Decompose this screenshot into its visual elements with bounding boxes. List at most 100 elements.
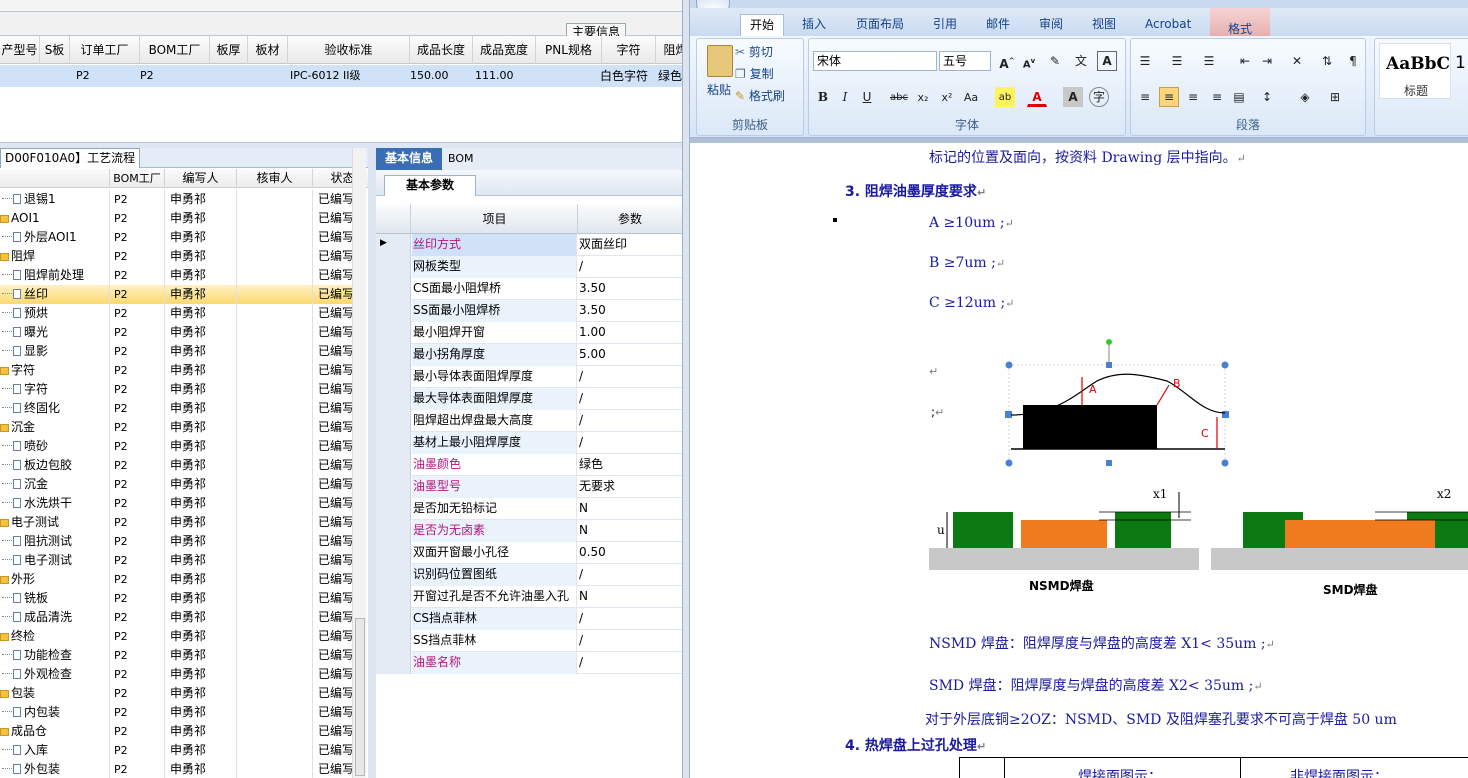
param-row[interactable]: ▶ 丝印方式 双面丝印: [376, 234, 682, 256]
asian-layout-icon[interactable]: ✕: [1287, 51, 1307, 71]
row-selector[interactable]: [376, 476, 411, 498]
shrink-font-icon[interactable]: Av: [1019, 51, 1039, 71]
param-value[interactable]: /: [578, 366, 682, 388]
col-header-acceptance[interactable]: 验收标准: [288, 36, 410, 64]
param-row[interactable]: 网板类型 /: [376, 256, 682, 278]
tree-row[interactable]: 字符 P2 申勇祁 已编写: [0, 380, 352, 399]
col-header-order-factory[interactable]: 订单工厂: [70, 36, 140, 64]
tree-row[interactable]: 阻抗测试 P2 申勇祁 已编写: [0, 532, 352, 551]
row-selector[interactable]: [376, 322, 411, 344]
tree-row[interactable]: 成品清洗 P2 申勇祁 已编写: [0, 608, 352, 627]
font-color-icon[interactable]: A: [1027, 87, 1047, 107]
scrollbar-thumb[interactable]: [355, 618, 365, 776]
param-row[interactable]: SS面最小阻焊桥 3.50: [376, 300, 682, 322]
superscript-icon[interactable]: x²: [937, 87, 957, 107]
row-selector[interactable]: [376, 300, 411, 322]
col-header-width[interactable]: 成品宽度: [473, 36, 536, 64]
tab-insert[interactable]: 插入: [802, 14, 826, 36]
clear-format-icon[interactable]: ✎: [1045, 51, 1065, 71]
cut-button[interactable]: ✂ 剪切: [735, 43, 773, 60]
char-shading-icon[interactable]: A: [1063, 87, 1083, 107]
param-value[interactable]: 无要求: [578, 476, 682, 498]
param-value[interactable]: /: [578, 652, 682, 674]
justify-icon[interactable]: ≡: [1207, 87, 1227, 107]
font-name-select[interactable]: 宋体: [813, 51, 937, 71]
param-row[interactable]: 最小导体表面阻焊厚度 /: [376, 366, 682, 388]
param-value[interactable]: N: [578, 586, 682, 608]
tab-process-flow[interactable]: D00F010A0】工艺流程: [0, 148, 141, 168]
row-selector[interactable]: [376, 388, 411, 410]
tree-row[interactable]: 沉金 P2 申勇祁 已编写: [0, 475, 352, 494]
col-header-material[interactable]: 板材: [248, 36, 288, 64]
phonetic-icon[interactable]: 文: [1071, 51, 1091, 71]
subscript-icon[interactable]: x₂: [913, 87, 933, 107]
col-header-item[interactable]: 项目: [412, 204, 578, 234]
format-painter-button[interactable]: ✎ 格式刷: [735, 87, 785, 104]
row-selector[interactable]: [376, 542, 411, 564]
param-row[interactable]: 开窗过孔是否不允许油墨入孔 N: [376, 586, 682, 608]
grow-font-icon[interactable]: A^: [997, 51, 1017, 71]
highlight-icon[interactable]: ab: [995, 87, 1015, 107]
align-right-icon[interactable]: ≡: [1183, 87, 1203, 107]
distributed-icon[interactable]: ▤: [1229, 87, 1249, 107]
tab-view[interactable]: 视图: [1092, 14, 1116, 36]
param-row[interactable]: 油墨名称 /: [376, 652, 682, 674]
tree-row[interactable]: 阻焊前处理 P2 申勇祁 已编写: [0, 266, 352, 285]
document-page[interactable]: 标记的位置及面向，按资料 Drawing 层中指向。↵ 3. 阻焊油墨厚度要求↵…: [807, 143, 1468, 778]
underline-icon[interactable]: U: [857, 87, 877, 107]
row-selector[interactable]: [376, 344, 411, 366]
param-row[interactable]: 识别码位置图纸 /: [376, 564, 682, 586]
param-row[interactable]: 最小拐角厚度 5.00: [376, 344, 682, 366]
style-title-tile[interactable]: AaBbC 标题: [1379, 43, 1451, 99]
nsmd-smd-diagram[interactable]: u x1 NSMD焊盘 x2 SMD焊盘: [929, 478, 1468, 603]
tree-row[interactable]: 外观检查 P2 申勇祁 已编写: [0, 665, 352, 684]
row-selector[interactable]: [376, 498, 411, 520]
param-value[interactable]: /: [578, 608, 682, 630]
numbering-icon[interactable]: ☰: [1167, 51, 1187, 71]
enclose-char-icon[interactable]: 字: [1089, 87, 1109, 107]
tab-review[interactable]: 审阅: [1039, 14, 1063, 36]
tree-row[interactable]: 入库 P2 申勇祁 已编写: [0, 741, 352, 760]
row-selector[interactable]: [376, 652, 411, 674]
solder-mask-thickness-diagram[interactable]: A B C: [997, 333, 1237, 473]
sort-icon[interactable]: ⇅: [1317, 51, 1337, 71]
tab-references[interactable]: 引用: [933, 14, 957, 36]
param-row[interactable]: CS面最小阻焊桥 3.50: [376, 278, 682, 300]
row-selector[interactable]: [376, 454, 411, 476]
col-header-legend[interactable]: 字符: [602, 36, 656, 64]
bold-icon[interactable]: B: [813, 87, 833, 107]
row-selector[interactable]: [376, 586, 411, 608]
param-row[interactable]: 最小阻焊开窗 1.00: [376, 322, 682, 344]
tree-row[interactable]: 铣板 P2 申勇祁 已编写: [0, 589, 352, 608]
row-selector[interactable]: [376, 564, 411, 586]
tab-acrobat[interactable]: Acrobat: [1145, 14, 1191, 36]
line-spacing-icon[interactable]: ↕: [1257, 87, 1277, 107]
param-value[interactable]: /: [578, 256, 682, 278]
tree-row[interactable]: 内包装 P2 申勇祁 已编写: [0, 703, 352, 722]
tree-row[interactable]: 板边包胶 P2 申勇祁 已编写: [0, 456, 352, 475]
row-selector[interactable]: [376, 410, 411, 432]
param-row[interactable]: SS挡点菲林 /: [376, 630, 682, 652]
col-header-s-board[interactable]: S板: [40, 36, 70, 64]
tab-format[interactable]: 格式: [1210, 8, 1270, 36]
change-case-icon[interactable]: Aa: [961, 87, 981, 107]
tree-row[interactable]: 丝印 P2 申勇祁 已编写: [0, 285, 352, 304]
align-left-icon[interactable]: ≡: [1135, 87, 1155, 107]
param-value[interactable]: /: [578, 432, 682, 454]
tree-row[interactable]: 喷砂 P2 申勇祁 已编写: [0, 437, 352, 456]
param-row[interactable]: 油墨颜色 绿色: [376, 454, 682, 476]
multilevel-list-icon[interactable]: ☰: [1199, 51, 1219, 71]
param-value[interactable]: /: [578, 630, 682, 652]
align-center-icon[interactable]: ≡: [1159, 87, 1179, 107]
row-selector[interactable]: [376, 608, 411, 630]
row-selector[interactable]: ▶: [376, 234, 411, 256]
tab-home[interactable]: 开始: [740, 14, 784, 36]
col-header-thickness[interactable]: 板厚: [210, 36, 248, 64]
shading-icon[interactable]: ◈: [1295, 87, 1315, 107]
tab-bom[interactable]: BOM: [448, 148, 488, 170]
tree-row[interactable]: 终固化 P2 申勇祁 已编写: [0, 399, 352, 418]
row-selector[interactable]: [376, 366, 411, 388]
tree-row[interactable]: 阻焊 P2 申勇祁 已编写: [0, 247, 352, 266]
tree-scrollbar[interactable]: [352, 148, 366, 778]
show-marks-icon[interactable]: ¶: [1343, 51, 1363, 71]
